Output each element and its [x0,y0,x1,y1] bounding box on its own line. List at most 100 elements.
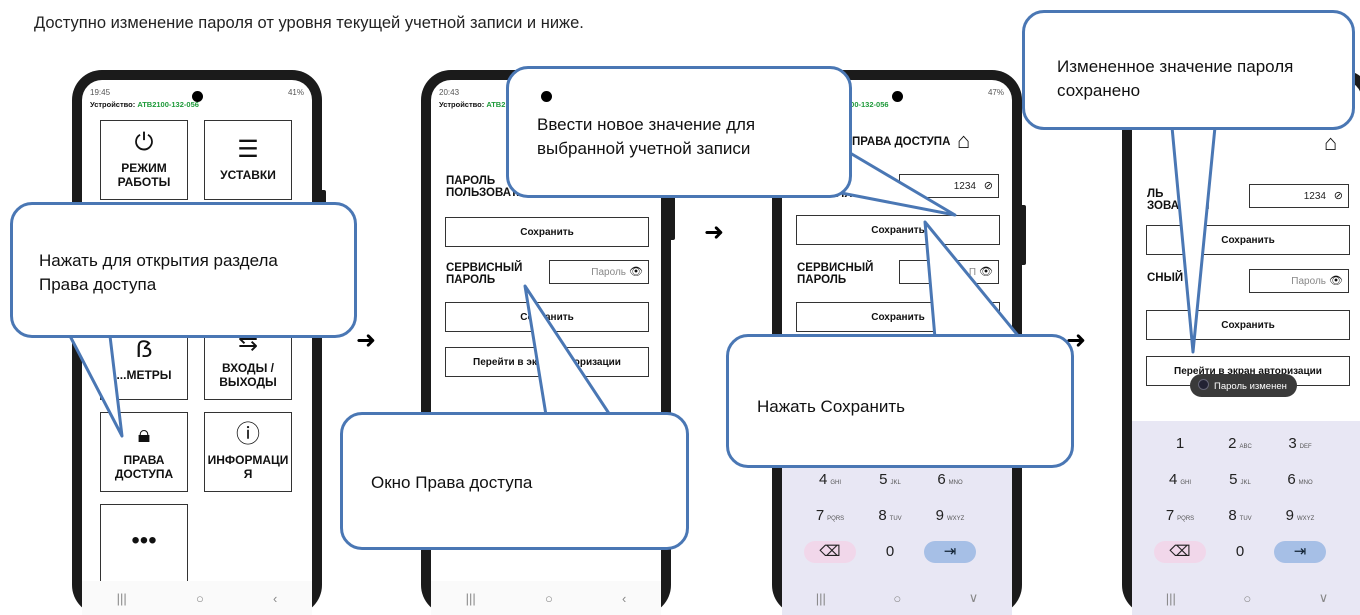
tile-access-rights[interactable]: 🔒︎ ПРАВА ДОСТУПА [100,412,188,492]
recent-apps-icon[interactable]: ||| [816,591,826,606]
eye-icon[interactable]: 👁︎ [979,265,993,278]
user-password-value: 1234 [953,180,976,192]
nav-bar: ||| ○ ‹ [431,581,661,615]
device-line: 100-132-056 [846,100,889,109]
camera [192,91,203,102]
service-password-label: СЕРВИСНЫЙ ПАРОЛЬ [797,262,874,286]
home-icon[interactable]: ⌂ [957,128,970,154]
save-service-button[interactable]: Сохранить [796,302,1000,332]
key-letters: WXYZ [947,516,965,522]
user-password-field[interactable]: 1234 ⊘ [899,174,999,198]
device-line: Устройство: ATB2100-132-056 [90,100,199,109]
eye-icon[interactable]: 👁︎ [629,265,643,278]
key-8[interactable]: 8 TUV [1214,505,1266,527]
key-9[interactable]: 9 WXYZ [924,505,976,527]
home-nav-icon[interactable]: ○ [545,591,553,606]
key-letters: PQRS [1177,516,1195,522]
tile-mode[interactable]: ⏻ РЕЖИМ РАБОТЫ [100,120,188,200]
key-letters: MNO [948,480,963,486]
device-id: ATB2 [486,100,506,109]
user-password-value: 1234 [1303,190,1326,202]
app-icon [1198,379,1209,390]
home-nav-icon[interactable]: ○ [893,591,901,606]
eye-off-icon[interactable]: ⊘ [984,179,993,192]
key-0[interactable]: 0 [1214,541,1266,563]
camera [892,91,903,102]
key-backspace[interactable]: ⌫ [1154,541,1206,563]
service-password-field[interactable]: П 👁︎ [899,260,999,284]
save-service-button[interactable]: Сохранить [445,302,649,332]
key-7[interactable]: 7 PQRS [1154,505,1206,527]
save-service-button[interactable]: Сохранить [1146,310,1350,340]
callout-3: Окно Права доступа [340,412,689,550]
key-2[interactable]: 2ABC [1214,433,1266,455]
hide-keyboard-icon[interactable]: ∨ [969,590,979,606]
key-7[interactable]: 7 PQRS [804,505,856,527]
home-icon[interactable]: ⌂ [1324,130,1337,156]
status-battery: 47% [987,88,1004,97]
toast-password-changed: Пароль изменен [1190,374,1297,397]
service-password-field[interactable]: Пароль 👁︎ [1249,269,1349,293]
key-letters: ABC [1239,444,1252,450]
tile-info[interactable]: ⓘ ИНФОРМАЦИ Я [204,412,292,492]
service-password-placeholder: Пароль [1291,275,1326,287]
key-4[interactable]: 4 GHI [804,469,856,491]
key-6[interactable]: 6 MNO [1274,469,1326,491]
user-password-field[interactable]: 1234 ⊘ [1249,184,1349,208]
save-user-button[interactable]: Сохранить [1146,225,1350,255]
hide-keyboard-icon[interactable]: ∨ [1319,590,1329,606]
arrow-right-icon: ➜ [704,219,725,246]
eye-icon[interactable]: 👁︎ [1329,274,1343,287]
save-user-button[interactable]: Сохранить [445,217,649,247]
camera [541,91,552,102]
save-user-button[interactable]: Сохранить [796,215,1000,245]
phone-4-screen: ⌂ ЛЬ ЗОВАТЕЛЯ 1234 ⊘ Сохранить СНЫЙ Паро… [1132,80,1360,615]
key-8[interactable]: 8 TUV [864,505,916,527]
callout-2: Ввести новое значение для выбранной учет… [506,66,852,198]
recent-apps-icon[interactable]: ||| [466,591,476,606]
auth-screen-button[interactable]: Перейти в экран авторизации [445,347,649,377]
key-next[interactable]: ⇥ [1274,541,1326,563]
key-5[interactable]: 5 JKL [1214,469,1266,491]
key-6[interactable]: 6 MNO [924,469,976,491]
tile-access-rights-label: ПРАВА ДОСТУПА [114,453,174,481]
home-nav-icon[interactable]: ○ [196,591,204,606]
key-5[interactable]: 5 JKL [864,469,916,491]
service-password-field[interactable]: Пароль 👁︎ [549,260,649,284]
back-icon[interactable]: ‹ [273,591,277,606]
numeric-keypad: 1 2ABC 3DEF 4GHI 5JKL 6MNO 7PQRS 8TUV 9WXYZ ⌫ 0 ⇥ [1132,421,1360,581]
callout-4: Нажать Сохранить [726,334,1074,468]
key-0[interactable]: 0 [864,541,916,563]
key-letters: MNO [1298,480,1313,486]
tile-parameters-label: ...МЕТРЫ [116,368,172,382]
key-9[interactable]: 9 WXYZ [1274,505,1326,527]
callout-5: Измененное значение пароля сохранено [1022,10,1355,130]
toast-text: Пароль изменен [1214,381,1287,392]
status-battery: 41% [287,88,304,97]
recent-apps-icon[interactable]: ||| [1166,591,1176,606]
intro-text: Доступно изменение пароля от уровня теку… [34,14,584,32]
tile-more[interactable]: ••• [100,504,188,584]
gauge-icon: ẞ [135,336,153,363]
tile-io-label: ВХОДЫ / ВЫХОДЫ [219,361,277,389]
key-letters: GHI [830,480,841,486]
key-3[interactable]: 3DEF [1274,433,1326,455]
key-1[interactable]: 1 [1154,433,1206,455]
key-letters: DEF [1299,444,1312,450]
phone-1: 19:45 41% Устройство: ATB2100-132-056 ⏻ Р… [72,70,326,615]
key-backspace[interactable]: ⌫ [804,541,856,563]
nav-bar: ||| ○ ∨ [1132,581,1360,615]
key-letters: TUV [889,516,902,522]
tile-settings-label: УСТАВКИ [220,168,276,182]
key-letters: WXYZ [1297,516,1315,522]
key-letters: JKL [890,480,901,486]
key-4[interactable]: 4 GHI [1154,469,1206,491]
key-next[interactable]: ⇥ [924,541,976,563]
eye-off-icon[interactable]: ⊘ [1334,189,1343,202]
recent-apps-icon[interactable]: ||| [117,591,127,606]
list-icon: ☰ [237,136,259,163]
home-nav-icon[interactable]: ○ [1243,591,1251,606]
tile-settings[interactable]: ☰ УСТАВКИ [204,120,292,200]
back-icon[interactable]: ‹ [622,591,626,606]
service-password-label: СНЫЙ [1147,272,1184,284]
